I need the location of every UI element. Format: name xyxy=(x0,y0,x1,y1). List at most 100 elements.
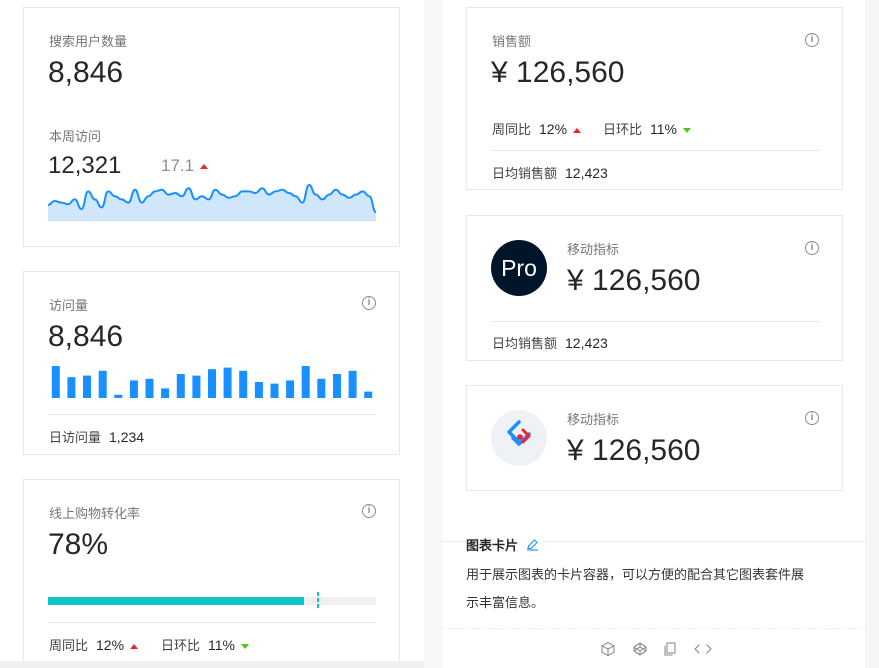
mobile-metric-label: 移动指标 xyxy=(567,413,620,428)
column-divider xyxy=(424,0,442,668)
visits-bar xyxy=(223,367,232,398)
dod-value: 11% xyxy=(208,637,235,653)
weekly-visits-label: 本周访问 xyxy=(49,130,102,145)
visits-bar xyxy=(83,375,91,398)
weekly-visits-sparkline xyxy=(48,183,376,221)
visits-bar xyxy=(348,370,357,398)
visits-bar xyxy=(270,383,279,398)
sales-wow: 周同比 12% xyxy=(492,119,582,138)
conversion-divider xyxy=(48,622,376,623)
conversion-progress-track xyxy=(48,592,376,610)
mobile-metric-label: 移动指标 xyxy=(567,243,620,258)
doc-description: 用于展示图表的卡片容器，可以方便的配合其它图表套件展 示丰富信息。 xyxy=(466,562,804,618)
visits-bar xyxy=(317,378,326,398)
triangle-up-icon xyxy=(130,644,139,649)
mobile-metric-divider xyxy=(491,321,819,322)
info-icon[interactable]: i xyxy=(362,296,376,310)
copy-icon[interactable] xyxy=(662,641,678,657)
visits-bar xyxy=(67,377,76,398)
doc-description-line2: 示丰富信息。 xyxy=(466,596,545,611)
wow-value: 12% xyxy=(96,637,125,653)
right-column-edge xyxy=(866,0,867,668)
sales-value: ¥ 126,560 xyxy=(491,56,625,89)
triangle-up-icon xyxy=(573,128,582,133)
search-users-value: 8,846 xyxy=(48,56,124,89)
doc-title-text: 图表卡片 xyxy=(466,539,519,554)
info-icon[interactable]: i xyxy=(362,504,376,518)
conversion-wow: 周同比 12% xyxy=(49,635,139,654)
conversion-progress-fill xyxy=(48,597,304,605)
avg-daily-sales: 日均销售额 12,423 xyxy=(492,333,608,352)
mobile-metric-pro-card: Pro 移动指标 i ¥ 126,560 日均销售额 12,423 xyxy=(466,215,843,361)
visits-bar xyxy=(114,394,123,398)
visits-bar xyxy=(176,374,185,398)
mobile-metric-value: ¥ 126,560 xyxy=(567,434,701,467)
conversion-dod: 日环比 11% xyxy=(161,635,249,654)
search-users-card: 搜索用户数量 8,846 本周访问 12,321 17.1 xyxy=(23,7,400,247)
conversion-target-marker xyxy=(316,592,319,610)
sales-label: 销售额 xyxy=(492,35,532,50)
doc-description-line1: 用于展示图表的卡片容器，可以方便的配合其它图表套件展 xyxy=(466,568,805,583)
daily-visits: 日访问量 1,234 xyxy=(49,427,144,446)
visits-bar xyxy=(208,369,216,398)
weekly-visits-value: 12,321 xyxy=(48,152,122,179)
triangle-up-icon xyxy=(200,164,209,170)
avg-daily-sales: 日均销售额 12,423 xyxy=(492,163,608,182)
conversion-card: 线上购物转化率 i 78% 周同比 12% 日环比 11% xyxy=(23,479,400,663)
doc-actions-divider xyxy=(442,628,866,629)
wow-label: 周同比 xyxy=(49,639,89,654)
antd-logo-icon xyxy=(507,420,531,446)
sales-divider xyxy=(491,150,819,151)
visits-bar xyxy=(301,366,310,398)
ant-logo-avatar xyxy=(491,410,547,466)
codepen-icon[interactable] xyxy=(632,641,648,657)
dod-value: 11% xyxy=(650,121,677,137)
visits-bar xyxy=(192,375,201,398)
weekly-visits-change: 17.1 xyxy=(161,156,209,176)
info-icon[interactable]: i xyxy=(805,241,819,255)
visits-bar xyxy=(145,378,154,398)
daily-visits-label: 日访问量 xyxy=(49,431,102,446)
visits-bar xyxy=(333,374,341,398)
sales-card: 销售额 i ¥ 126,560 周同比 12% 日环比 11% 日均销售额 12,42… xyxy=(466,7,843,190)
codesandbox-icon[interactable] xyxy=(600,641,616,657)
visits-bar xyxy=(364,391,373,398)
visits-bar xyxy=(239,370,248,398)
dod-label: 日环比 xyxy=(603,123,643,138)
mobile-metric-logo-card: 移动指标 i ¥ 126,560 xyxy=(466,385,843,491)
info-icon[interactable]: i xyxy=(805,411,819,425)
weekly-visits-change-value: 17.1 xyxy=(161,156,195,175)
triangle-down-icon xyxy=(683,128,691,133)
info-icon[interactable]: i xyxy=(805,33,819,47)
left-bottom-edge xyxy=(0,661,424,668)
code-icon[interactable] xyxy=(693,641,713,657)
visits-bar xyxy=(98,370,107,398)
avg-daily-sales-label: 日均销售额 xyxy=(492,337,558,352)
avg-daily-sales-value: 12,423 xyxy=(565,335,608,351)
conversion-value: 78% xyxy=(48,528,109,561)
visits-bar xyxy=(51,366,60,398)
visits-bar xyxy=(254,382,263,398)
pro-avatar: Pro xyxy=(491,240,547,296)
sales-dod: 日环比 11% xyxy=(603,119,691,138)
search-users-label: 搜索用户数量 xyxy=(49,35,128,50)
triangle-down-icon xyxy=(241,644,249,649)
doc-title: 图表卡片 xyxy=(466,535,543,554)
visits-value: 8,846 xyxy=(48,320,124,353)
mobile-metric-value: ¥ 126,560 xyxy=(567,264,701,297)
dod-label: 日环比 xyxy=(161,639,201,654)
avg-daily-sales-value: 12,423 xyxy=(565,165,608,181)
visits-card: 访问量 i 8,846 日访问量 1,234 xyxy=(23,271,400,455)
visits-divider xyxy=(48,414,376,415)
conversion-label: 线上购物转化率 xyxy=(49,507,141,522)
visits-bar-chart xyxy=(51,366,373,398)
pro-avatar-text: Pro xyxy=(501,255,537,281)
visits-bar xyxy=(161,388,170,398)
avg-daily-sales-label: 日均销售额 xyxy=(492,167,558,182)
visits-bar xyxy=(286,380,295,398)
visits-bar xyxy=(129,380,138,398)
wow-value: 12% xyxy=(539,121,568,137)
wow-label: 周同比 xyxy=(492,123,532,138)
edit-icon[interactable] xyxy=(526,538,539,551)
visits-label: 访问量 xyxy=(49,299,89,314)
